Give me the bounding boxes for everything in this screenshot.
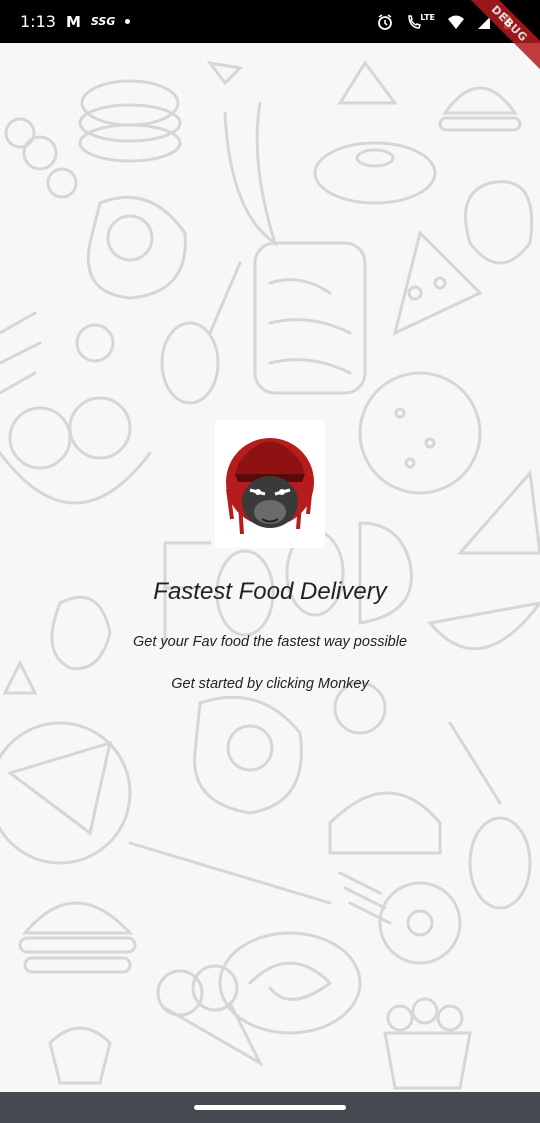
- status-bar: 1:13 M SSG LTE: [0, 0, 540, 43]
- subtitle: Get your Fav food the fastest way possib…: [132, 634, 408, 650]
- alarm-icon: [376, 13, 394, 31]
- network-type: LTE: [420, 12, 435, 22]
- navigation-bar: [0, 1092, 540, 1123]
- home-gesture-handle[interactable]: [194, 1105, 346, 1110]
- carrier-badge: SSG: [90, 15, 116, 28]
- start-hint: Get started by clicking Monkey: [171, 676, 369, 692]
- welcome-content: Fastest Food Delivery Get your Fav food …: [0, 420, 540, 692]
- lte-call-icon: LTE: [406, 13, 435, 31]
- wifi-icon: [447, 14, 465, 30]
- page-title: Fastest Food Delivery: [153, 578, 387, 605]
- status-left: 1:13 M SSG: [20, 12, 131, 31]
- status-time: 1:13: [20, 12, 56, 31]
- monkey-logo-button[interactable]: [215, 420, 325, 548]
- monkey-logo-icon: [226, 438, 314, 535]
- gmail-icon: M: [65, 12, 81, 31]
- notification-dot-icon: [125, 19, 131, 24]
